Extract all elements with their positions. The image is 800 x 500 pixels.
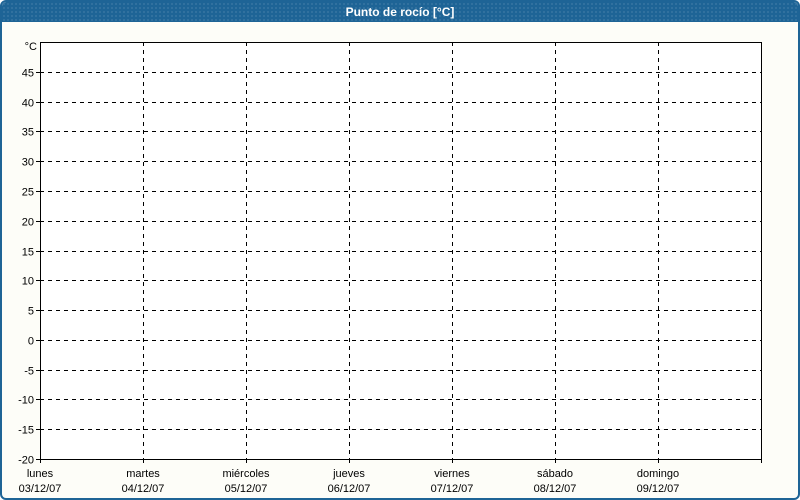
chart-title: Punto de rocío [°C] xyxy=(345,5,455,19)
y-tick-label: -10 xyxy=(18,395,34,407)
x-day-label: sábado xyxy=(537,468,573,480)
chart-title-bar: Punto de rocío [°C] xyxy=(2,2,798,22)
y-axis-unit-label: °C xyxy=(25,41,37,53)
y-tick-label: 30 xyxy=(22,157,34,169)
y-tick-label: 25 xyxy=(22,187,34,199)
y-tick-label: 15 xyxy=(22,247,34,259)
x-date-label: 09/12/07 xyxy=(637,483,680,495)
x-date-label: 05/12/07 xyxy=(225,483,268,495)
x-day-label: lunes xyxy=(27,468,54,480)
chart-window: Punto de rocío [°C] 45 40 35 30 25 20 15 10 5 0 -5… xyxy=(0,0,800,500)
y-tick-label: -20 xyxy=(18,455,34,467)
chart-canvas: 45 40 35 30 25 20 15 10 5 0 -5 -10 -15 -20 °C lunes 03/1… xyxy=(18,41,762,495)
y-tick-label: -15 xyxy=(18,425,34,437)
x-day-label: miércoles xyxy=(222,468,270,480)
x-day-label: martes xyxy=(126,468,160,480)
y-tick-label: 40 xyxy=(22,98,34,110)
y-tick-label: 35 xyxy=(22,127,34,139)
y-tick-label: 0 xyxy=(28,336,34,348)
x-date-label: 04/12/07 xyxy=(122,483,165,495)
x-date-label: 07/12/07 xyxy=(431,483,474,495)
x-day-label: jueves xyxy=(332,468,365,480)
y-tick-label: 5 xyxy=(28,306,34,318)
y-tick-label: 45 xyxy=(22,68,34,80)
x-date-label: 03/12/07 xyxy=(19,483,62,495)
x-date-label: 08/12/07 xyxy=(534,483,577,495)
y-tick-label: -5 xyxy=(24,366,34,378)
x-date-label: 06/12/07 xyxy=(328,483,371,495)
x-day-label: viernes xyxy=(434,468,470,480)
y-tick-label: 10 xyxy=(22,276,34,288)
x-day-label: domingo xyxy=(637,468,679,480)
y-tick-label: 20 xyxy=(22,217,34,229)
